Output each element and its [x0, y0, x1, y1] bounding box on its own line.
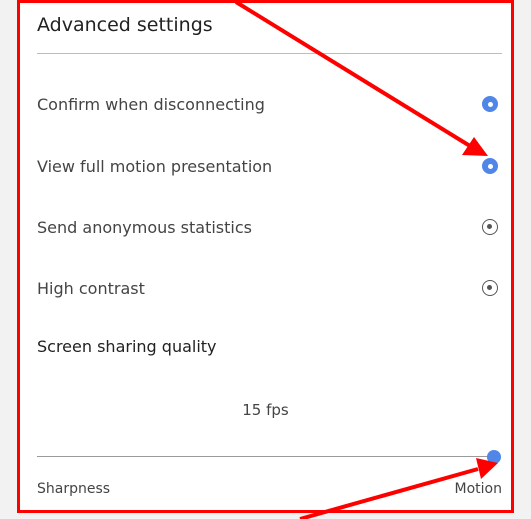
panel-title: Advanced settings: [37, 14, 213, 36]
option-label: Confirm when disconnecting: [37, 94, 265, 114]
option-high-contrast[interactable]: High contrast: [37, 273, 502, 303]
option-confirm-disconnect[interactable]: Confirm when disconnecting: [37, 89, 502, 119]
slider-max-label: Motion: [454, 481, 502, 497]
slider-thumb[interactable]: [487, 450, 501, 464]
advanced-settings-panel: Advanced settings Confirm when disconnec…: [17, 0, 514, 513]
radio-button-icon[interactable]: [482, 158, 498, 174]
quality-slider[interactable]: [37, 449, 502, 465]
radio-button-icon[interactable]: [482, 280, 498, 296]
option-label: View full motion presentation: [37, 156, 273, 176]
slider-track: [37, 456, 494, 457]
title-divider: [37, 53, 502, 54]
option-full-motion[interactable]: View full motion presentation: [37, 151, 502, 181]
option-anonymous-statistics[interactable]: Send anonymous statistics: [37, 212, 502, 242]
slider-min-label: Sharpness: [37, 481, 111, 497]
option-label: High contrast: [37, 278, 145, 298]
radio-button-icon[interactable]: [482, 219, 498, 235]
screen-sharing-quality-heading: Screen sharing quality: [37, 337, 217, 356]
fps-value: 15 fps: [242, 401, 289, 419]
radio-button-icon[interactable]: [482, 96, 498, 112]
option-label: Send anonymous statistics: [37, 217, 252, 237]
